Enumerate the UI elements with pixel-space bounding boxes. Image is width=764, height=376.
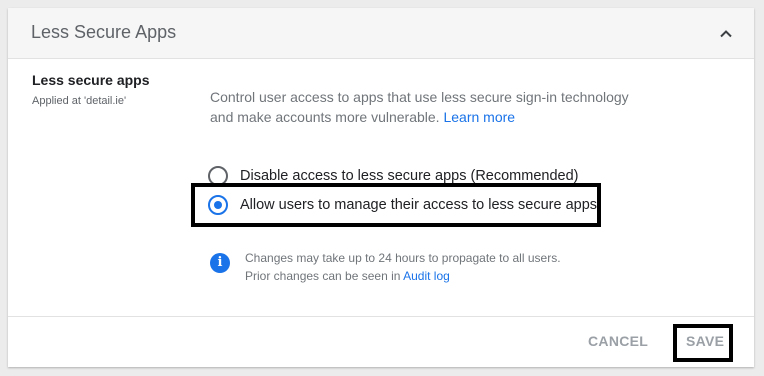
- option-label-disable: Disable access to less secure apps (Reco…: [240, 168, 579, 184]
- info-message: Changes may take up to 24 hours to propa…: [245, 249, 561, 285]
- info-icon: i: [210, 253, 230, 273]
- chevron-up-icon[interactable]: [714, 22, 738, 46]
- card-header[interactable]: Less Secure Apps: [8, 8, 754, 59]
- card-title: Less Secure Apps: [31, 22, 177, 42]
- radio-unchecked-icon[interactable]: [208, 166, 228, 186]
- description-text: Control user access to apps that use les…: [210, 89, 629, 125]
- save-button[interactable]: SAVE: [686, 333, 724, 349]
- radio-option-disable[interactable]: Disable access to less secure apps (Reco…: [208, 164, 578, 188]
- audit-log-link[interactable]: Audit log: [403, 269, 450, 283]
- applied-at-label: Applied at 'detail.ie': [32, 95, 127, 107]
- radio-checked-icon[interactable]: [208, 195, 228, 215]
- option-label-allow: Allow users to manage their access to le…: [240, 197, 598, 213]
- info-line-1: Changes may take up to 24 hours to propa…: [245, 251, 561, 265]
- info-line-2-text: Prior changes can be seen in: [245, 269, 401, 283]
- info-line-2: Prior changes can be seen in Audit log: [245, 267, 561, 285]
- less-secure-apps-card: Less Secure Apps Less secure apps Applie…: [8, 8, 754, 367]
- setting-label: Less secure apps: [32, 72, 150, 88]
- cancel-button[interactable]: CANCEL: [588, 333, 648, 349]
- setting-description: Control user access to apps that use les…: [210, 87, 630, 127]
- learn-more-link[interactable]: Learn more: [443, 109, 515, 125]
- card-footer: CANCEL SAVE: [8, 316, 754, 367]
- radio-option-allow[interactable]: Allow users to manage their access to le…: [208, 193, 597, 217]
